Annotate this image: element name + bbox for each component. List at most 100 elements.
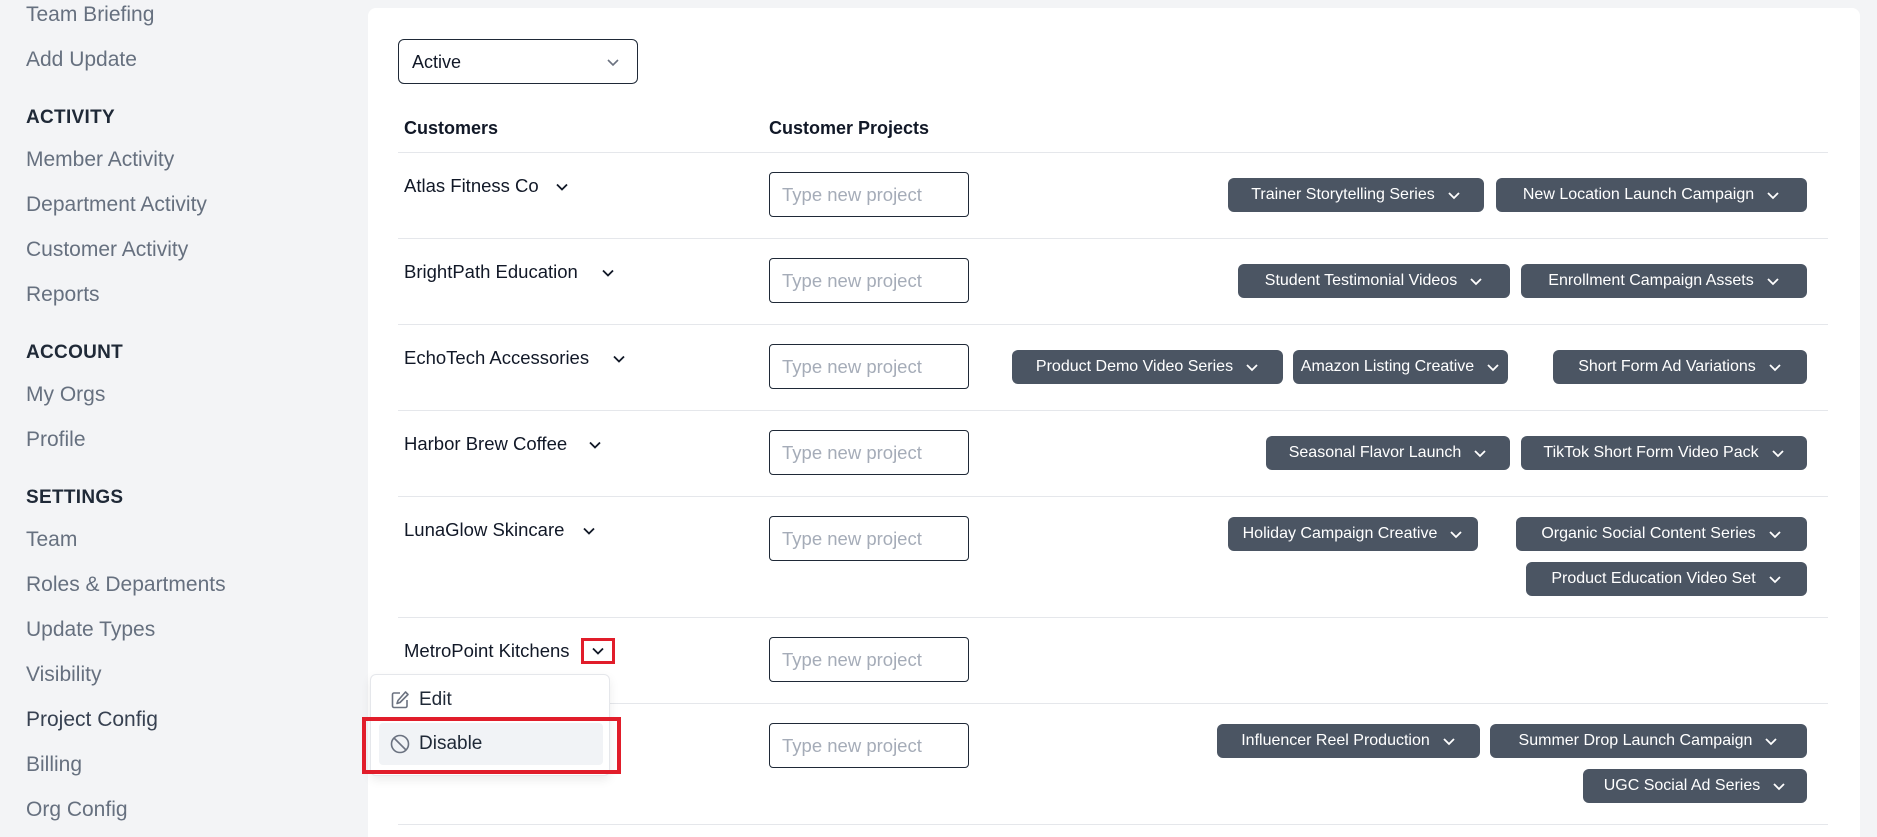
menu-item-label: Edit (419, 689, 452, 710)
divider (398, 824, 1828, 825)
chevron-down-icon (1773, 783, 1785, 791)
project-pill[interactable]: TikTok Short Form Video Pack (1521, 436, 1807, 470)
divider (398, 617, 1828, 618)
sidebar-item-update-types[interactable]: Update Types (26, 618, 155, 642)
new-project-input[interactable] (769, 637, 969, 682)
customer-name: BrightPath Education (404, 261, 578, 282)
menu-item-label: Disable (419, 733, 483, 754)
project-pill[interactable]: Seasonal Flavor Launch (1266, 436, 1510, 470)
projects-column-header: Customer Projects (769, 118, 930, 138)
menu-item-disable[interactable]: Disable (379, 723, 603, 765)
divider (398, 238, 1828, 239)
customer-name: MetroPoint Kitchens (404, 640, 570, 661)
new-project-input[interactable] (769, 723, 969, 768)
customer-menu-chevron-icon[interactable] (608, 348, 630, 370)
sidebar-item-org-config[interactable]: Org Config (26, 798, 128, 822)
project-pill[interactable]: Product Education Video Set (1526, 562, 1807, 596)
sidebar-item-add-update[interactable]: Add Update (26, 48, 137, 72)
customer-menu-chevron-icon[interactable] (551, 176, 573, 198)
chevron-down-icon (1450, 531, 1463, 539)
status-filter-value: Active (412, 52, 462, 72)
customer-actions-menu: Edit Disable (370, 674, 610, 776)
project-pill-label: Trainer Storytelling Series (1251, 186, 1435, 203)
new-project-input[interactable] (769, 258, 969, 303)
chevron-down-icon (1443, 738, 1455, 746)
sidebar-item-visibility[interactable]: Visibility (26, 663, 101, 687)
sidebar-item-profile[interactable]: Profile (26, 428, 86, 452)
chevron-down-icon (1767, 278, 1779, 286)
project-pill[interactable]: Amazon Listing Creative (1293, 350, 1508, 384)
project-pill-label: Organic Social Content Series (1541, 525, 1756, 542)
chevron-down-icon (1470, 278, 1482, 286)
project-pill[interactable]: Trainer Storytelling Series (1228, 178, 1484, 212)
customer-name: EchoTech Accessories (404, 347, 590, 368)
project-pill[interactable]: Product Demo Video Series (1012, 350, 1283, 384)
project-pill-label: TikTok Short Form Video Pack (1543, 444, 1759, 461)
chevron-down-icon (1765, 738, 1778, 746)
sidebar-item-member-activity[interactable]: Member Activity (26, 148, 174, 172)
sidebar-item-project-config[interactable]: Project Config (26, 708, 158, 732)
sidebar-item-team[interactable]: Team (26, 528, 77, 552)
chevron-down-icon (1448, 192, 1460, 200)
chevron-down-icon (1771, 450, 1784, 458)
sidebar-item-reports[interactable]: Reports (26, 283, 100, 307)
chevron-down-icon (607, 59, 619, 67)
project-pill[interactable]: Organic Social Content Series (1516, 517, 1807, 551)
project-pill[interactable]: Holiday Campaign Creative (1228, 517, 1478, 551)
project-pill-label: Enrollment Campaign Assets (1548, 272, 1754, 289)
divider (398, 324, 1828, 325)
project-pill-label: UGC Social Ad Series (1603, 777, 1761, 794)
project-pill-label: Influencer Reel Production (1241, 732, 1430, 749)
new-project-input[interactable] (769, 516, 969, 561)
divider (398, 410, 1828, 411)
sidebar-item-roles-departments[interactable]: Roles & Departments (26, 573, 226, 597)
chevron-down-icon (1769, 531, 1781, 539)
sidebar-item-customer-activity[interactable]: Customer Activity (26, 238, 188, 262)
status-filter-select[interactable]: Active (398, 39, 638, 84)
customer-menu-chevron-icon[interactable] (578, 520, 600, 542)
project-pill[interactable]: Enrollment Campaign Assets (1521, 264, 1807, 298)
sidebar-heading-activity: ACTIVITY (26, 107, 115, 128)
project-pill[interactable]: UGC Social Ad Series (1583, 769, 1807, 803)
customer-menu-chevron-icon[interactable] (597, 262, 619, 284)
chevron-down-icon (1767, 192, 1779, 200)
project-pill[interactable]: Short Form Ad Variations (1553, 350, 1807, 384)
sidebar-item-my-orgs[interactable]: My Orgs (26, 383, 105, 407)
divider (398, 703, 1828, 704)
chevron-down-icon (1487, 364, 1499, 372)
project-pill-label: Amazon Listing Creative (1300, 358, 1475, 375)
customer-name: Atlas Fitness Co (404, 175, 539, 196)
project-pill[interactable]: Summer Drop Launch Campaign (1490, 724, 1807, 758)
chevron-down-icon (1769, 364, 1781, 372)
edit-icon (391, 691, 409, 709)
sidebar-item-department-activity[interactable]: Department Activity (26, 193, 207, 217)
ban-icon (390, 734, 410, 754)
chevron-down-icon (1474, 450, 1486, 458)
sidebar-heading-account: ACCOUNT (26, 342, 124, 363)
new-project-input[interactable] (769, 172, 969, 217)
project-pill-label: Summer Drop Launch Campaign (1518, 732, 1753, 749)
project-pill-label: Short Form Ad Variations (1578, 358, 1756, 375)
sidebar-heading-settings: SETTINGS (26, 487, 124, 508)
divider (398, 496, 1828, 497)
project-pill-label: New Location Launch Campaign (1522, 186, 1755, 203)
customer-name: Harbor Brew Coffee (404, 433, 568, 454)
new-project-input[interactable] (769, 344, 969, 389)
customer-menu-chevron-icon[interactable] (581, 638, 615, 664)
project-pill[interactable]: Student Testimonial Videos (1238, 264, 1510, 298)
sidebar-item-billing[interactable]: Billing (26, 753, 82, 777)
project-pill-label: Student Testimonial Videos (1264, 272, 1458, 289)
project-pill-label: Product Demo Video Series (1035, 358, 1234, 375)
sidebar: Team Briefing Add Update ACTIVITY Member… (0, 0, 368, 837)
new-project-input[interactable] (769, 430, 969, 475)
project-pill[interactable]: New Location Launch Campaign (1496, 178, 1807, 212)
sidebar-item-team-briefing[interactable]: Team Briefing (26, 3, 154, 27)
chevron-down-icon (1769, 576, 1781, 584)
customer-menu-chevron-icon[interactable] (584, 434, 606, 456)
divider (398, 152, 1828, 153)
project-pill[interactable]: Influencer Reel Production (1217, 724, 1480, 758)
project-pill-label: Holiday Campaign Creative (1242, 525, 1438, 542)
project-pill-label: Product Education Video Set (1551, 570, 1756, 587)
chevron-down-icon (1246, 364, 1258, 372)
menu-item-edit[interactable]: Edit (379, 679, 603, 721)
